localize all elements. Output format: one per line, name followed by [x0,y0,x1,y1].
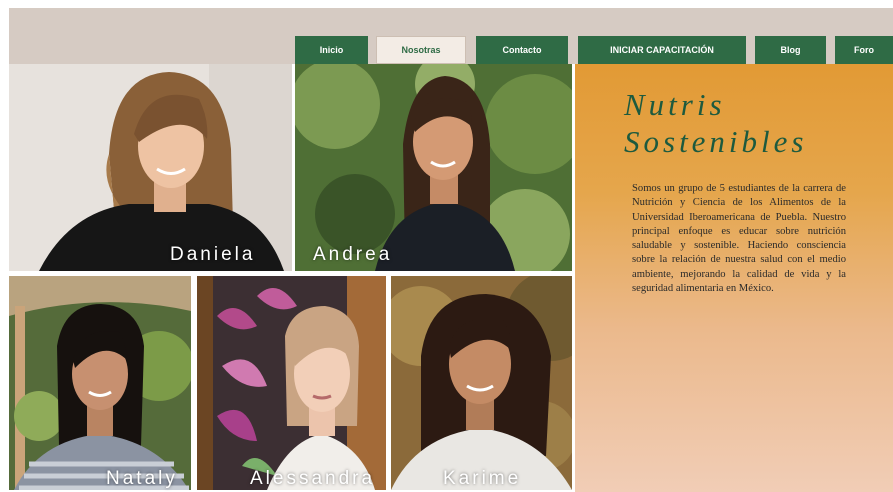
photo-alessandra [197,276,386,490]
portrait-andrea-image [295,64,572,271]
name-label-nataly: Nataly [106,468,178,489]
photo-andrea [295,64,572,271]
site-title: Nutris Sostenibles [624,86,884,160]
nav-foro[interactable]: Foro [835,36,893,64]
portrait-nataly-image [9,276,191,490]
portrait-daniela-image [9,64,292,271]
nav-label: Nosotras [401,45,441,55]
title-line-1: Nutris [624,87,726,122]
name-label-daniela: Daniela [170,244,256,265]
page: Inicio Nosotras Contacto INICIAR CAPACIT… [0,0,893,492]
photo-karime [391,276,572,490]
nav-iniciar-capacitacion[interactable]: INICIAR CAPACITACIÓN [578,36,746,64]
nav-label: Contacto [502,45,542,55]
nav-label: Foro [854,45,874,55]
about-description: Somos un grupo de 5 estudiantes de la ca… [632,183,846,295]
photo-nataly [9,276,191,490]
portrait-alessandra-image [197,276,386,490]
nav-nosotras[interactable]: Nosotras [376,36,466,64]
nav-label: Inicio [319,45,344,55]
nav-label: Blog [780,45,801,55]
name-label-andrea: Andrea [313,244,393,265]
nav-inicio[interactable]: Inicio [295,36,368,64]
name-label-karime: Karime [443,468,522,489]
photo-daniela [9,64,292,271]
nav-label: INICIAR CAPACITACIÓN [610,45,714,55]
portrait-karime-image [391,276,572,490]
title-line-2: Sostenibles [624,124,808,159]
nav-blog[interactable]: Blog [755,36,826,64]
name-label-alessandra: Alessandra [250,468,376,489]
nav-contacto[interactable]: Contacto [476,36,568,64]
